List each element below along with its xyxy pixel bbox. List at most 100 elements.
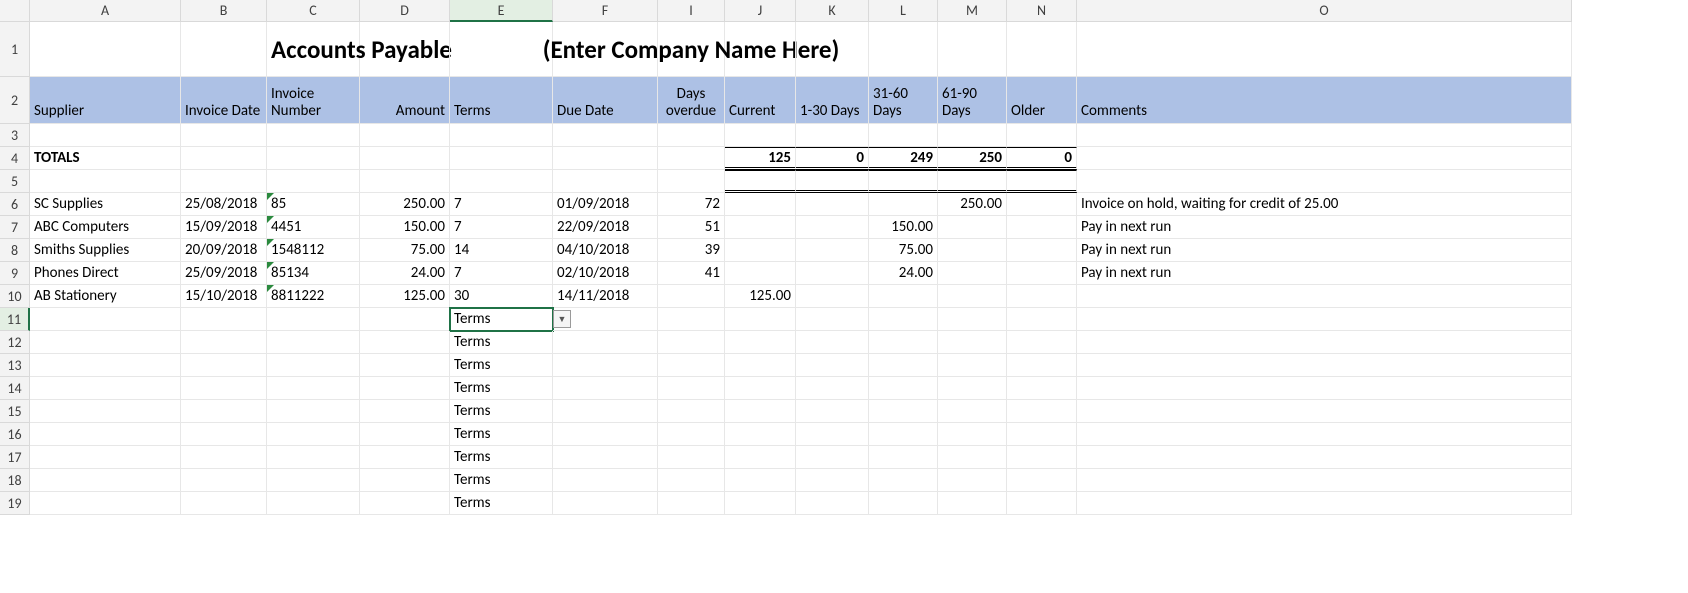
header-amount[interactable]: Amount — [360, 77, 450, 124]
cell-K19[interactable] — [796, 492, 869, 515]
cell-inv-9[interactable]: 85134 — [267, 262, 360, 285]
cell-I13[interactable] — [658, 354, 725, 377]
cell-b2-8[interactable]: 75.00 — [869, 239, 938, 262]
cell-F12[interactable] — [553, 331, 658, 354]
cell-J15[interactable] — [725, 400, 796, 423]
cell-O5[interactable] — [1077, 170, 1572, 193]
cell-amount-7[interactable]: 150.00 — [360, 216, 450, 239]
cell-D14[interactable] — [360, 377, 450, 400]
cell-C13[interactable] — [267, 354, 360, 377]
cell-L5[interactable] — [869, 170, 938, 193]
cell-O1[interactable] — [1077, 22, 1572, 77]
cell-b3-8[interactable] — [938, 239, 1007, 262]
col-header-I[interactable]: I — [658, 0, 725, 22]
cell-current-6[interactable] — [725, 193, 796, 216]
cell-M11[interactable] — [938, 308, 1007, 331]
cell-N17[interactable] — [1007, 446, 1077, 469]
cell-O11[interactable] — [1077, 308, 1572, 331]
cell-O15[interactable] — [1077, 400, 1572, 423]
cell-date-10[interactable]: 15/10/2018 — [181, 285, 267, 308]
cell-J14[interactable] — [725, 377, 796, 400]
cell-L3[interactable] — [869, 124, 938, 147]
cell-K14[interactable] — [796, 377, 869, 400]
cell-O12[interactable] — [1077, 331, 1572, 354]
cell-A11[interactable] — [30, 308, 181, 331]
cell-B5[interactable] — [181, 170, 267, 193]
cell-E16[interactable]: Terms — [450, 423, 553, 446]
cell-B13[interactable] — [181, 354, 267, 377]
cell-C11[interactable] — [267, 308, 360, 331]
total-61-90[interactable]: 250 — [938, 147, 1007, 170]
cell-F16[interactable] — [553, 423, 658, 446]
cell-C4[interactable] — [267, 147, 360, 170]
cell-M14[interactable] — [938, 377, 1007, 400]
cell-M16[interactable] — [938, 423, 1007, 446]
cell-N13[interactable] — [1007, 354, 1077, 377]
col-header-F[interactable]: F — [553, 0, 658, 22]
row-header-17[interactable]: 17 — [0, 446, 30, 469]
cell-E19[interactable]: Terms — [450, 492, 553, 515]
cell-D18[interactable] — [360, 469, 450, 492]
header-invoice-number[interactable]: Invoice Number — [267, 77, 360, 124]
cell-supplier-8[interactable]: Smiths Supplies — [30, 239, 181, 262]
cell-M5[interactable] — [938, 170, 1007, 193]
cell-J3[interactable] — [725, 124, 796, 147]
cell-amount-6[interactable]: 250.00 — [360, 193, 450, 216]
cell-K3[interactable] — [796, 124, 869, 147]
cell-I4[interactable] — [658, 147, 725, 170]
cell-comment-6[interactable]: Invoice on hold, waiting for credit of 2… — [1077, 193, 1572, 216]
cell-D3[interactable] — [360, 124, 450, 147]
cell-L1[interactable] — [869, 22, 938, 77]
col-header-O[interactable]: O — [1077, 0, 1572, 22]
spreadsheet-grid[interactable]: A B C D E F I J K L M N O 1 Accounts Pay… — [0, 0, 1688, 515]
cell-due-7[interactable]: 22/09/2018 — [553, 216, 658, 239]
cell-supplier-9[interactable]: Phones Direct — [30, 262, 181, 285]
cell-M1[interactable] — [938, 22, 1007, 77]
cell-b1-6[interactable] — [796, 193, 869, 216]
col-header-E[interactable]: E — [450, 0, 553, 22]
cell-K1[interactable] — [796, 22, 869, 77]
col-header-C[interactable]: C — [267, 0, 360, 22]
cell-O14[interactable] — [1077, 377, 1572, 400]
cell-current-10[interactable]: 125.00 — [725, 285, 796, 308]
cell-K18[interactable] — [796, 469, 869, 492]
cell-b3-10[interactable] — [938, 285, 1007, 308]
cell-older-7[interactable] — [1007, 216, 1077, 239]
cell-inv-8[interactable]: 1548112 — [267, 239, 360, 262]
cell-b1-8[interactable] — [796, 239, 869, 262]
cell-overdue-7[interactable]: 51 — [658, 216, 725, 239]
col-header-L[interactable]: L — [869, 0, 938, 22]
cell-M17[interactable] — [938, 446, 1007, 469]
cell-J12[interactable] — [725, 331, 796, 354]
row-header-1[interactable]: 1 — [0, 22, 30, 77]
cell-A13[interactable] — [30, 354, 181, 377]
header-days-overdue[interactable]: Days overdue — [658, 77, 725, 124]
cell-K13[interactable] — [796, 354, 869, 377]
row-header-4[interactable]: 4 — [0, 147, 30, 170]
cell-A5[interactable] — [30, 170, 181, 193]
cell-C15[interactable] — [267, 400, 360, 423]
cell-E3[interactable] — [450, 124, 553, 147]
active-cell-E11[interactable]: Terms ▼ — [450, 308, 553, 331]
cell-L12[interactable] — [869, 331, 938, 354]
cell-C16[interactable] — [267, 423, 360, 446]
cell-E15[interactable]: Terms — [450, 400, 553, 423]
row-header-18[interactable]: 18 — [0, 469, 30, 492]
total-older[interactable]: 0 — [1007, 147, 1077, 170]
cell-b1-7[interactable] — [796, 216, 869, 239]
cell-F4[interactable] — [553, 147, 658, 170]
cell-M13[interactable] — [938, 354, 1007, 377]
cell-L16[interactable] — [869, 423, 938, 446]
cell-current-9[interactable] — [725, 262, 796, 285]
row-header-16[interactable]: 16 — [0, 423, 30, 446]
cell-L15[interactable] — [869, 400, 938, 423]
cell-J19[interactable] — [725, 492, 796, 515]
cell-N11[interactable] — [1007, 308, 1077, 331]
row-header-9[interactable]: 9 — [0, 262, 30, 285]
cell-C18[interactable] — [267, 469, 360, 492]
cell-F3[interactable] — [553, 124, 658, 147]
cell-inv-7[interactable]: 4451 — [267, 216, 360, 239]
cell-D12[interactable] — [360, 331, 450, 354]
cell-b1-9[interactable] — [796, 262, 869, 285]
cell-comment-9[interactable]: Pay in next run — [1077, 262, 1572, 285]
